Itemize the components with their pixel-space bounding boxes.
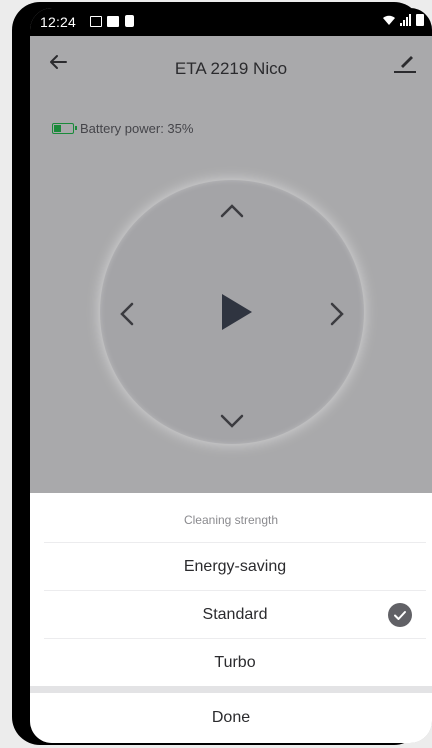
page-title: ETA 2219 Nico: [174, 59, 288, 78]
pen-icon[interactable]: [392, 50, 418, 76]
option-label: Turbo: [214, 654, 256, 671]
check-icon: [388, 603, 412, 627]
status-icons: [382, 14, 424, 26]
option-standard[interactable]: Standard: [44, 590, 426, 639]
battery-label: Battery power: 35%: [80, 121, 194, 136]
play-icon[interactable]: [208, 286, 260, 338]
screen: 12:24 ETA 2219 Nico Battery power: 35% C…: [30, 8, 432, 743]
option-label: Standard: [202, 606, 268, 623]
sheet-title: Cleaning strength: [183, 513, 279, 527]
chevron-right-icon[interactable]: [322, 294, 352, 334]
done-label: Done: [211, 709, 251, 726]
option-energy-saving[interactable]: Energy-saving: [44, 542, 426, 591]
wifi-icon: [383, 15, 395, 25]
phone-frame: 12:24 ETA 2219 Nico Battery power: 35% C…: [12, 2, 432, 745]
chevron-down-icon[interactable]: [212, 406, 252, 436]
chevron-up-icon[interactable]: [212, 196, 252, 226]
direction-pad: [100, 180, 364, 444]
option-turbo[interactable]: Turbo: [44, 638, 426, 687]
cleaning-strength-sheet: Cleaning strength Energy-saving Standard…: [30, 493, 432, 743]
status-time: 12:24: [40, 14, 77, 30]
chevron-left-icon[interactable]: [112, 294, 142, 334]
battery-level-icon: [52, 123, 77, 134]
image-icon: [90, 16, 102, 27]
status-bar: 12:24: [30, 8, 432, 36]
sheet-divider: [30, 686, 432, 693]
battery-level-fill: [54, 125, 61, 132]
battery-status: Battery power: 35%: [52, 121, 193, 136]
battery-icon: [416, 14, 424, 26]
signal-icon: [400, 14, 412, 26]
app-bar: ETA 2219 Nico: [30, 36, 432, 92]
option-label: Energy-saving: [183, 558, 287, 575]
flipboard-icon: [107, 16, 119, 27]
done-button[interactable]: Done: [30, 693, 432, 743]
trash-icon: [125, 15, 134, 27]
